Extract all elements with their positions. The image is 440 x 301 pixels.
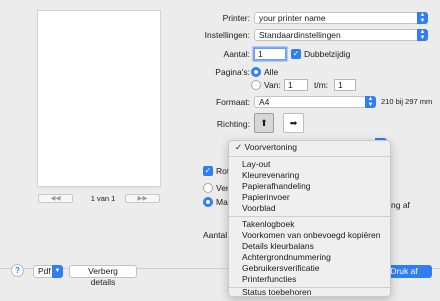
pages-label: Pagina's:: [215, 67, 250, 77]
menu-separator: [229, 156, 390, 157]
hide-details-button[interactable]: Verberg details: [69, 265, 137, 287]
pdf-menu-button[interactable]: Pdf ▼: [33, 265, 63, 278]
landscape-button[interactable]: ➡: [283, 113, 304, 133]
copies-label: Aantal:: [223, 49, 250, 59]
help-button[interactable]: ?: [11, 264, 24, 277]
checkmark-icon: ✓: [235, 142, 243, 152]
pages-to-label: t/m:: [314, 80, 329, 90]
question-icon: ?: [15, 266, 20, 275]
menu-item-supply-levels[interactable]: Status toebehoren: [242, 287, 311, 298]
pages-all-label: Alle: [264, 67, 279, 77]
paper-size-value: A4: [259, 97, 270, 107]
format-label: Formaat:: [215, 97, 250, 107]
chevron-updown-icon: ▲ ▼: [417, 29, 428, 41]
menu-item-copy-protection[interactable]: Voorkomen van onbevoegd kopiëren: [242, 230, 380, 241]
page-indicator: 1 van 1: [90, 194, 116, 203]
menu-item-paper-handling[interactable]: Papierafhandeling: [242, 181, 311, 192]
page-preview: [38, 11, 160, 186]
menu-separator: [229, 216, 390, 217]
chevron-updown-icon: ▲ ▼: [417, 12, 428, 24]
portrait-icon: ⬆: [260, 118, 268, 128]
menu-item-color-balance[interactable]: Details kleurbalans: [242, 241, 314, 252]
pages-from-field[interactable]: 1: [284, 79, 308, 91]
pages-all-radio[interactable]: [251, 67, 261, 77]
paper-size-popup[interactable]: A4 ▲ ▼: [254, 96, 376, 108]
menu-item-layout[interactable]: Lay-out: [242, 159, 270, 170]
menu-item-background-numbering[interactable]: Achtergrondnummering: [242, 252, 331, 263]
menu-item-job-log[interactable]: Takenlogboek: [242, 219, 294, 230]
chevron-updown-icon: ▲ ▼: [365, 96, 376, 108]
app-options-menu: ✓ Voorvertoning Lay-out Kleurevenaring P…: [228, 140, 391, 297]
orientation-label: Richting:: [216, 119, 250, 129]
duplex-label: Dubbelzijdig: [304, 49, 351, 59]
portrait-button[interactable]: ⬆: [254, 113, 274, 133]
first-page-button[interactable]: ◀◀: [38, 194, 73, 203]
chevron-down-icon: ▼: [52, 265, 63, 278]
pdf-label: Pdf: [38, 266, 51, 276]
presets-label: Instellingen:: [204, 30, 250, 40]
menu-item-paper-feed[interactable]: Papierinvoer: [242, 192, 290, 203]
paper-size-dimensions: 210 bij 297 mm: [381, 97, 433, 106]
scale-radio-2[interactable]: [203, 197, 213, 207]
pages-to-field[interactable]: 1: [334, 79, 356, 91]
printer-label: Printer:: [222, 13, 250, 23]
menu-item-printer-features[interactable]: Printerfuncties: [242, 274, 296, 285]
scale-radio-1[interactable]: [203, 183, 213, 193]
menu-item-label: Voorvertoning: [244, 142, 297, 152]
scale-option-2-suffix: ng af: [391, 200, 410, 210]
presets-popup[interactable]: Standaardinstellingen ▲ ▼: [254, 29, 428, 41]
printer-popup[interactable]: your printer name ▲ ▼: [254, 12, 428, 24]
menu-item-user-authentication[interactable]: Gebruikersverificatie: [242, 263, 319, 274]
copies-field[interactable]: 1: [254, 48, 286, 60]
landscape-icon: ➡: [289, 118, 298, 128]
presets-value: Standaardinstellingen: [259, 30, 341, 40]
menu-item-preview[interactable]: ✓ Voorvertoning: [235, 142, 297, 153]
last-page-button[interactable]: ▶▶: [125, 194, 160, 203]
pages-range-radio[interactable]: [251, 80, 261, 90]
menu-item-cover-page[interactable]: Voorblad: [242, 203, 276, 214]
menu-item-color-matching[interactable]: Kleurevenaring: [242, 170, 299, 181]
printer-value: your printer name: [259, 13, 326, 23]
duplex-checkbox[interactable]: ✓: [291, 49, 301, 59]
rotate-checkbox[interactable]: ✓: [203, 166, 213, 176]
pages-from-label: Van:: [264, 80, 281, 90]
